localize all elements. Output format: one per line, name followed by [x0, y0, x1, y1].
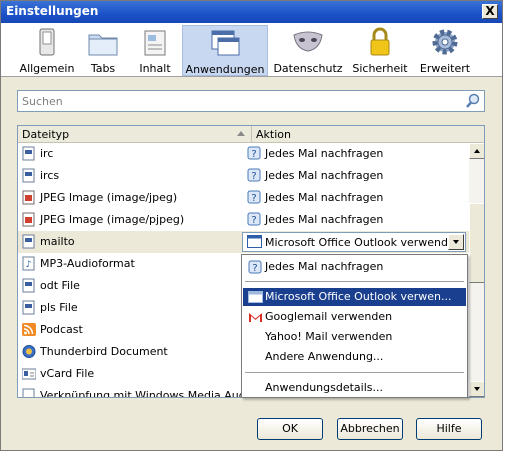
mask-icon	[293, 31, 323, 52]
ok-button[interactable]: OK	[257, 418, 323, 440]
arrow-up-icon	[474, 149, 480, 153]
table-row[interactable]: JPEG Image (image/pjpeg) ? Jedes Mal nac…	[18, 209, 469, 231]
outlook-icon	[247, 235, 262, 248]
folder-tabs-icon	[88, 34, 118, 56]
question-icon: ?	[247, 190, 261, 204]
rss-feed-icon	[22, 323, 36, 336]
outlook-icon	[248, 291, 263, 303]
document-icon	[22, 234, 35, 249]
window-title: Einstellungen	[6, 4, 99, 18]
applications-icon	[211, 30, 240, 56]
menu-separator	[245, 372, 464, 373]
search-icon[interactable]	[465, 93, 481, 109]
question-icon: ?	[247, 168, 261, 182]
scroll-up-button[interactable]	[469, 143, 484, 159]
svg-text:?: ?	[251, 149, 256, 160]
svg-text:?: ?	[252, 263, 257, 274]
gmail-icon	[249, 313, 262, 322]
content-icon	[144, 30, 166, 56]
menu-item-yahoo-mail[interactable]: Yahoo! Mail verwenden	[243, 328, 466, 346]
tab-anwendungen[interactable]: Anwendungen	[182, 25, 268, 76]
action-select[interactable]: Microsoft Office Outlook verwende...	[242, 232, 466, 252]
audio-file-icon: ♪	[22, 256, 35, 271]
dropdown-button[interactable]	[448, 234, 464, 250]
arrow-down-icon	[474, 387, 480, 391]
scroll-thumb[interactable]	[469, 203, 484, 283]
search-input[interactable]: Suchen	[17, 90, 485, 112]
title-bar[interactable]: Einstellungen X	[1, 1, 502, 23]
vcard-icon	[22, 368, 36, 380]
question-icon: ?	[247, 212, 261, 226]
padlock-icon	[370, 27, 390, 56]
menu-item-other-application[interactable]: Andere Anwendung...	[243, 348, 466, 366]
menu-separator	[245, 281, 464, 282]
document-icon	[22, 168, 35, 183]
close-button[interactable]: X	[482, 4, 498, 19]
chevron-down-icon	[453, 240, 459, 244]
switch-icon	[39, 28, 55, 56]
column-header-aktion[interactable]: Aktion	[252, 126, 484, 143]
svg-text:?: ?	[251, 215, 256, 226]
table-row[interactable]: irc ? Jedes Mal nachfragen	[18, 143, 469, 165]
thunderbird-icon	[22, 345, 36, 358]
tab-inhalt[interactable]: Inhalt	[132, 25, 178, 76]
sort-ascending-icon	[237, 131, 245, 136]
scroll-down-button[interactable]	[469, 381, 484, 397]
image-file-icon	[22, 212, 35, 227]
cancel-button[interactable]: Abbrechen	[337, 418, 403, 440]
svg-text:?: ?	[251, 171, 256, 182]
image-file-icon	[22, 190, 35, 205]
svg-text:♪: ♪	[26, 260, 32, 270]
question-icon: ?	[247, 146, 261, 160]
preferences-window: Einstellungen X Allgemein Tabs Inhalt An…	[0, 0, 503, 451]
menu-item-outlook[interactable]: Microsoft Office Outlook verwen...	[243, 288, 466, 306]
tab-datenschutz[interactable]: Datenschutz	[272, 25, 344, 76]
gear-icon	[432, 29, 458, 55]
document-icon	[22, 300, 35, 315]
tab-allgemein[interactable]: Allgemein	[17, 25, 77, 76]
preferences-toolbar: Allgemein Tabs Inhalt Anwendungen Datens…	[1, 23, 502, 77]
action-dropdown-menu: ? Jedes Mal nachfragen Microsoft Office …	[241, 254, 468, 398]
column-header-dateityp[interactable]: Dateityp	[18, 126, 252, 143]
document-icon	[22, 278, 35, 293]
menu-item-googlemail[interactable]: Googlemail verwenden	[243, 308, 466, 326]
tab-erweitert[interactable]: Erweitert	[417, 25, 473, 76]
list-scrollbar[interactable]	[469, 143, 484, 397]
tab-tabs[interactable]: Tabs	[81, 25, 125, 76]
menu-item-ask-every-time[interactable]: ? Jedes Mal nachfragen	[243, 258, 466, 276]
menu-item-application-details[interactable]: Anwendungsdetails...	[243, 379, 466, 397]
svg-text:?: ?	[251, 193, 256, 204]
document-icon	[22, 146, 35, 161]
help-button[interactable]: Hilfe	[416, 418, 482, 440]
question-icon: ?	[248, 260, 262, 274]
table-row[interactable]: JPEG Image (image/jpeg) ? Jedes Mal nach…	[18, 187, 469, 209]
table-row[interactable]: ircs ? Jedes Mal nachfragen	[18, 165, 469, 187]
shortcut-icon	[22, 388, 35, 397]
tab-sicherheit[interactable]: Sicherheit	[351, 25, 409, 76]
